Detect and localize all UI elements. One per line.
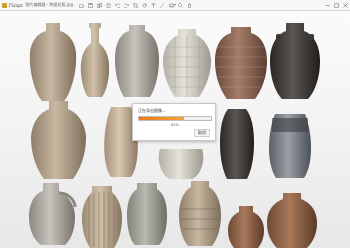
open-icon[interactable] [79,3,84,8]
save-icon[interactable] [88,2,93,8]
vase-image [215,25,267,101]
export-progress-dialog: 正在导出图像... 62% 取消 [132,103,216,141]
delete-icon[interactable] [187,2,192,8]
vase-image [80,21,110,99]
progress-bar [138,116,212,121]
text-icon[interactable] [151,3,156,8]
vase-image [82,184,122,248]
zoom-icon[interactable] [178,2,183,8]
vase-image [228,204,264,248]
rotate-icon[interactable] [142,3,147,8]
progress-fill [139,117,184,120]
cancel-button[interactable]: 取消 [194,129,210,137]
close-icon[interactable] [342,2,348,8]
vase-image [115,23,159,99]
app-name: FScapt [9,2,23,8]
vase-image [163,27,211,99]
crop-icon[interactable] [132,2,138,8]
vase-image [31,99,86,181]
window-controls [321,2,348,8]
vase-image [269,112,311,180]
vase-image [267,191,317,248]
toolbar-tools [79,2,196,8]
maximize-icon[interactable] [333,2,339,8]
toolbar: FScapt 图片编辑器 - 陶瓷花瓶.jpg [0,0,350,11]
progress-text: 62% [171,123,179,127]
copy-icon[interactable] [97,2,102,8]
vase-image [127,181,167,247]
window-title: 图片编辑器 - 陶瓷花瓶.jpg [25,2,73,7]
minimize-icon[interactable] [324,2,330,8]
vase-image [29,181,79,247]
vase-image [158,149,204,179]
undo-icon[interactable] [115,3,120,8]
brush-icon[interactable] [159,2,165,8]
vase-image [179,179,221,248]
vase-image [29,21,77,101]
app-logo-icon [2,2,7,8]
dialog-message: 正在导出图像... [138,108,166,113]
title-indicator-icon [173,3,177,7]
paste-icon[interactable] [106,3,111,8]
vase-image [270,21,320,101]
vase-image [220,107,254,181]
redo-icon[interactable] [123,3,129,8]
